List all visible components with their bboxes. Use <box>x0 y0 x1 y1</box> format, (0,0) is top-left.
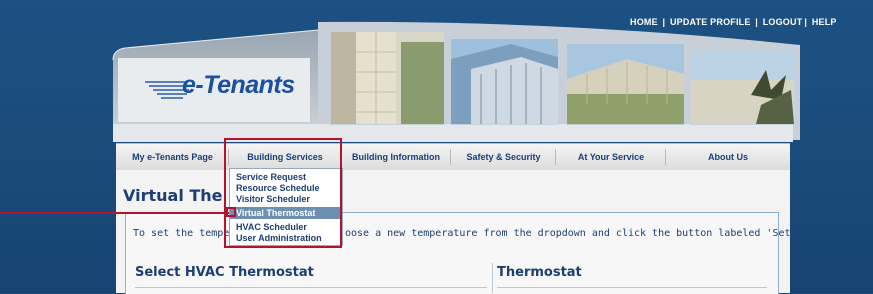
section-underline <box>135 287 487 288</box>
menu-item-visitor-scheduler[interactable]: Visitor Scheduler <box>230 193 342 205</box>
main-nav: My e-Tenants Page Building Services Buil… <box>116 143 790 171</box>
menu-item-virtual-thermostat[interactable]: Virtual Thermostat <box>230 207 342 219</box>
nav-about-us[interactable]: About Us <box>666 144 790 170</box>
separator: | <box>804 17 808 27</box>
thermostat-heading: Thermostat <box>497 265 582 280</box>
thermostat-panel <box>125 212 779 294</box>
nav-at-your-service[interactable]: At Your Service <box>556 144 666 170</box>
brand-logo[interactable]: e-Tenants <box>182 71 295 100</box>
callout-marker-icon <box>226 207 236 217</box>
building-photo <box>330 31 445 125</box>
callout-line <box>0 212 229 214</box>
nav-safety-security[interactable]: Safety & Security <box>451 144 556 170</box>
nav-building-services[interactable]: Building Services <box>229 144 341 170</box>
nav-building-information[interactable]: Building Information <box>341 144 451 170</box>
menu-item-user-administration[interactable]: User Administration <box>230 232 342 244</box>
building-services-dropdown: Service Request Resource Schedule Visito… <box>229 168 343 246</box>
nav-my-etenants-page[interactable]: My e-Tenants Page <box>116 144 229 170</box>
page-title: Virtual The <box>123 186 223 205</box>
section-underline <box>497 287 767 288</box>
update-profile-link[interactable]: UPDATE PROFILE <box>670 17 751 27</box>
separator: | <box>662 17 666 27</box>
instructions-left: To set the temper <box>133 228 236 239</box>
building-photo <box>450 38 559 125</box>
logout-link[interactable]: LOGOUT <box>763 17 803 27</box>
instructions-right: oose a new temperature from the dropdown… <box>345 228 803 239</box>
help-link[interactable]: HELP <box>812 17 837 27</box>
select-hvac-thermostat-heading: Select HVAC Thermostat <box>135 265 314 280</box>
utility-nav: HOME | UPDATE PROFILE | LOGOUT | HELP <box>630 17 836 27</box>
home-link[interactable]: HOME <box>630 17 658 27</box>
section-divider <box>492 263 493 293</box>
building-photo <box>566 43 685 125</box>
separator: | <box>755 17 758 27</box>
building-photo <box>690 49 795 125</box>
